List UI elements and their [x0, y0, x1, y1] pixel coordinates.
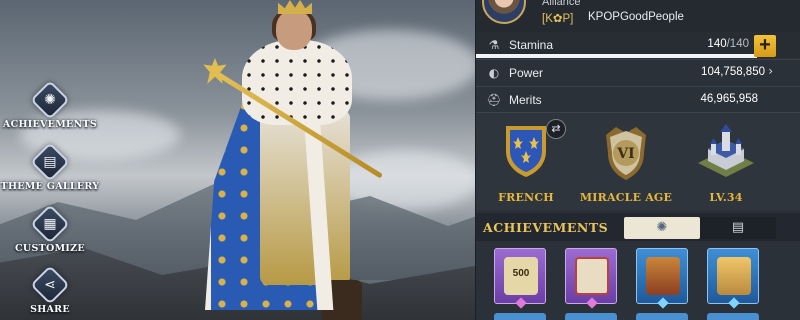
merits-label: Merits: [509, 93, 542, 107]
fleur-de-lis-shield-icon: [506, 126, 546, 177]
civilization-emblems: ⇄ FRENCH VI MIRACLE AGE LV.34: [476, 112, 800, 210]
profile-header: Alliance [K✿P] KPOPGoodPeople: [476, 0, 800, 32]
customize-icon: ▦: [30, 204, 70, 244]
scroll-icon: 500: [504, 257, 538, 295]
achievements-view-toggle: ✺ ▤: [624, 217, 776, 239]
achievement-badge[interactable]: 500: [494, 248, 546, 309]
crown-icon: [278, 0, 312, 14]
age-vi-emblem-icon: VI: [606, 127, 646, 180]
stamina-value: 140/140: [707, 38, 749, 50]
alliance-tag: [K✿P]: [542, 13, 574, 25]
stamina-row: ⚗ Stamina 140/140: [476, 32, 800, 58]
alliance-label: Alliance: [542, 0, 581, 8]
helmet-icon: ⛑: [486, 93, 502, 107]
age-emblem[interactable]: VI MIRACLE AGE: [576, 113, 676, 204]
achievements-menu-button[interactable]: ✺ ACHIEVEMENTS: [0, 80, 100, 130]
achievements-title: ACHIEVEMENTS: [483, 220, 609, 235]
badge-number: 500: [512, 268, 530, 279]
swap-civilization-button[interactable]: ⇄: [546, 119, 566, 139]
achievements-header: ACHIEVEMENTS ✺ ▤: [476, 213, 800, 241]
chevron-right-icon: ›: [768, 64, 773, 78]
cathedral-icon: [717, 257, 751, 295]
list-view-tab[interactable]: ▤: [700, 217, 776, 239]
power-label: Power: [509, 66, 544, 80]
share-icon: ⋖: [30, 265, 70, 305]
palace-icon: [646, 257, 680, 295]
stamina-current: 140: [707, 38, 727, 50]
side-menu: ✺ ACHIEVEMENTS ▤ THEME GALLERY ▦ CUSTOMI…: [0, 0, 100, 320]
power-value: 104,758,850: [701, 66, 765, 78]
merits-value: 46,965,958: [700, 93, 758, 105]
stamina-bar: [476, 54, 757, 58]
badge-view-tab[interactable]: ✺: [624, 217, 700, 239]
achievement-badge[interactable]: [636, 248, 688, 309]
alliance-name[interactable]: KPOPGoodPeople: [588, 11, 684, 23]
age-label: MIRACLE AGE: [579, 191, 673, 204]
add-stamina-button[interactable]: +: [754, 35, 776, 57]
achievement-icon: ✺: [30, 80, 70, 120]
achievement-badge-grid: 500: [476, 241, 800, 320]
merits-row: ⛑ Merits 46,965,958: [476, 86, 800, 112]
list-view-icon: ▤: [731, 220, 745, 235]
menu-label-theme-gallery: THEME GALLERY: [0, 181, 100, 192]
civilization-emblem[interactable]: ⇄ FRENCH: [476, 113, 576, 204]
share-menu-button[interactable]: ⋖ SHARE: [0, 265, 100, 315]
city-level-emblem[interactable]: LV.34: [676, 113, 776, 204]
theme-gallery-menu-button[interactable]: ▤ THEME GALLERY: [0, 142, 100, 192]
menu-label-share: SHARE: [30, 304, 70, 315]
power-icon: ◐: [488, 66, 500, 80]
swap-icon: ⇄: [551, 122, 561, 135]
achievement-badge[interactable]: [565, 248, 617, 309]
achievement-badge[interactable]: [707, 248, 759, 309]
badge-view-icon: ✺: [656, 220, 668, 235]
customize-menu-button[interactable]: ▦ CUSTOMIZE: [0, 204, 100, 254]
info-panel: Alliance [K✿P] KPOPGoodPeople ⚗ Stamina …: [475, 0, 800, 320]
stamina-label: Stamina: [509, 38, 554, 52]
gallery-icon: ▤: [30, 142, 70, 182]
portrait-frame-icon: [575, 257, 609, 295]
castle-icon: [698, 124, 754, 177]
civilization-label: FRENCH: [498, 191, 554, 204]
menu-label-achievements: ACHIEVEMENTS: [2, 119, 98, 130]
potion-icon: ⚗: [488, 38, 500, 52]
city-level-label: LV.34: [709, 191, 743, 204]
plus-icon: +: [759, 34, 771, 56]
age-numeral: VI: [616, 146, 634, 162]
stamina-bar-fill: [476, 54, 757, 58]
power-row[interactable]: ◐ Power 104,758,850 ›: [476, 59, 800, 85]
king-character: [190, 0, 390, 320]
menu-label-customize: CUSTOMIZE: [15, 243, 85, 254]
avatar[interactable]: [482, 0, 526, 24]
stamina-max: /140: [726, 38, 749, 50]
